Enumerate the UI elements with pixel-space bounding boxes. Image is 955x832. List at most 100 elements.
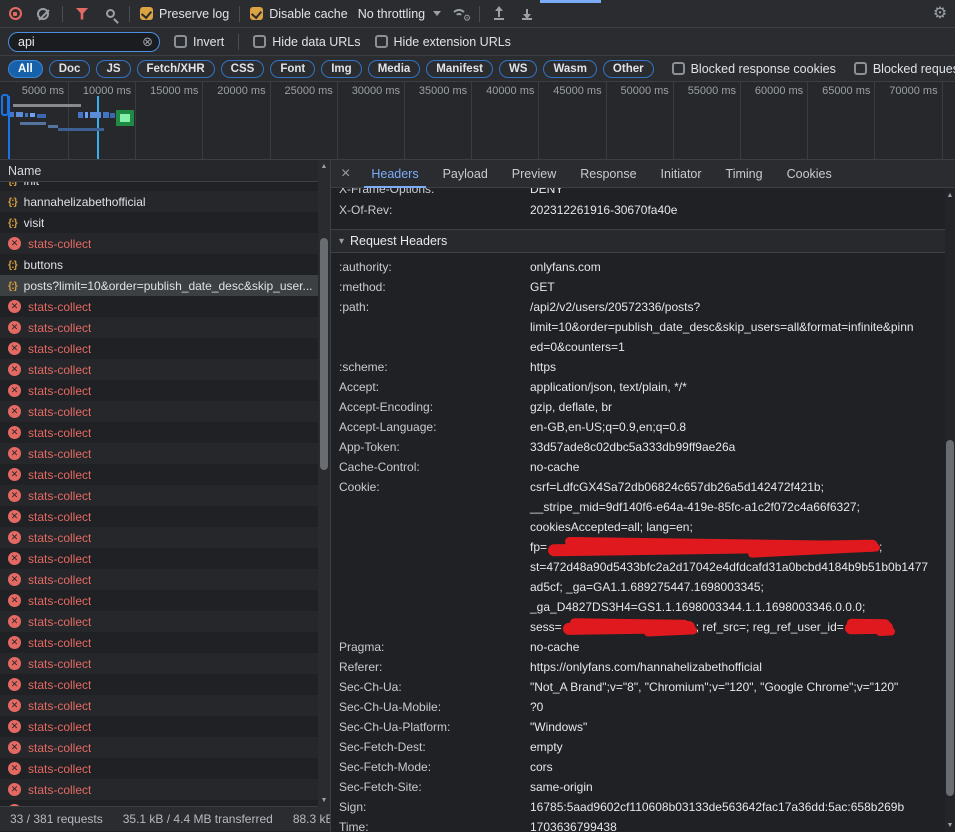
request-row[interactable]: ✕stats-collect (0, 317, 330, 338)
request-name: stats-collect (28, 678, 91, 692)
filter-pill-doc[interactable]: Doc (49, 60, 91, 78)
clear-log-button[interactable] (34, 5, 52, 23)
request-row[interactable]: ✕stats-collect (0, 632, 330, 653)
request-row[interactable]: ✕stats-collect (0, 380, 330, 401)
request-row[interactable]: ✕stats-collect (0, 464, 330, 485)
detail-scrollbar[interactable]: ▲ ▼ (945, 188, 955, 832)
request-row[interactable]: ✕stats-collect (0, 359, 330, 380)
request-row[interactable]: {:}init (0, 182, 330, 191)
request-row[interactable]: ✕stats-collect (0, 233, 330, 254)
waterfall-bar (48, 125, 58, 128)
import-har-button[interactable] (490, 5, 508, 23)
header-value: ?0 (530, 697, 934, 717)
tab-headers[interactable]: Headers (360, 160, 429, 188)
tab-preview[interactable]: Preview (501, 160, 567, 188)
request-row[interactable]: ✕stats-collect (0, 779, 330, 800)
filter-pill-manifest[interactable]: Manifest (426, 60, 493, 78)
request-name: stats-collect (28, 552, 91, 566)
request-row[interactable]: {:}visit (0, 212, 330, 233)
scroll-down-icon[interactable]: ▼ (318, 797, 330, 804)
throttling-dropdown[interactable]: No throttling (358, 7, 441, 21)
request-row[interactable]: ✕stats-collect (0, 653, 330, 674)
disable-cache-checkbox[interactable] (250, 7, 263, 20)
tab-timing[interactable]: Timing (715, 160, 774, 188)
request-row[interactable]: ✕stats-collect (0, 422, 330, 443)
network-overview[interactable]: 5000 ms10000 ms15000 ms20000 ms25000 ms3… (0, 82, 955, 160)
request-row[interactable]: ✕stats-collect (0, 758, 330, 779)
filter-pill-media[interactable]: Media (368, 60, 421, 78)
request-name: buttons (24, 258, 63, 272)
request-headers-section-header[interactable]: ▾ Request Headers (331, 229, 955, 253)
request-row[interactable]: ✕stats-collect (0, 401, 330, 422)
filter-pill-ws[interactable]: WS (499, 60, 538, 78)
request-row[interactable]: ✕stats-collect (0, 716, 330, 737)
request-row[interactable]: ✕stats-collect (0, 674, 330, 695)
tab-cookies[interactable]: Cookies (776, 160, 843, 188)
waterfall-bar (103, 112, 109, 118)
filter-pill-wasm[interactable]: Wasm (543, 60, 596, 78)
request-row[interactable]: ✕stats-collect (0, 443, 330, 464)
request-row[interactable]: ✕stats-collect (0, 611, 330, 632)
tab-response[interactable]: Response (569, 160, 647, 188)
invert-checkbox[interactable] (174, 35, 187, 48)
request-row[interactable]: {:}hannahelizabethofficial (0, 191, 330, 212)
search-icon (106, 9, 115, 18)
request-row[interactable]: ✕stats-collect (0, 527, 330, 548)
request-name: stats-collect (28, 615, 91, 629)
header-value: 16785:5aad9602cf110608b03133de563642fac1… (530, 797, 934, 817)
json-icon: {:} (8, 259, 17, 271)
timeline-tick-label: 60000 ms (739, 85, 803, 97)
filter-pill-other[interactable]: Other (603, 60, 654, 78)
scrollbar-thumb[interactable] (946, 440, 954, 796)
request-row[interactable]: ✕stats-collect (0, 569, 330, 590)
tab-payload[interactable]: Payload (432, 160, 499, 188)
scroll-up-icon[interactable]: ▲ (318, 163, 330, 170)
preserve-log-checkbox[interactable] (140, 7, 153, 20)
timeline-tick-label: 15000 ms (134, 85, 198, 97)
blocked-requests-checkbox[interactable] (854, 62, 867, 75)
preserve-log-checkbox-row: Preserve log (140, 7, 229, 21)
filter-pill-all[interactable]: All (8, 60, 43, 78)
request-row[interactable]: ✕stats-collect (0, 485, 330, 506)
error-icon: ✕ (8, 699, 21, 712)
record-button[interactable] (6, 5, 24, 23)
export-har-button[interactable] (518, 5, 536, 23)
scroll-down-icon[interactable]: ▼ (945, 822, 955, 829)
filter-pill-css[interactable]: CSS (221, 60, 265, 78)
filter-pill-font[interactable]: Font (270, 60, 315, 78)
scroll-up-icon[interactable]: ▲ (945, 192, 955, 199)
filter-pill-fetch-xhr[interactable]: Fetch/XHR (137, 60, 215, 78)
request-row[interactable]: ✕stats-collect (0, 800, 330, 806)
error-icon: ✕ (8, 342, 21, 355)
request-row[interactable]: ✕stats-collect (0, 695, 330, 716)
waterfall-bar (13, 104, 81, 107)
tab-initiator[interactable]: Initiator (650, 160, 713, 188)
request-row[interactable]: ✕stats-collect (0, 506, 330, 527)
request-row[interactable]: {:} buttons (0, 254, 330, 275)
request-header-row: Cookie:csrf=LdfcGX4Sa72db06824c657db26a5… (331, 477, 955, 637)
hide-data-urls-checkbox[interactable] (253, 35, 266, 48)
request-row[interactable]: ✕stats-collect (0, 590, 330, 611)
filter-input[interactable] (18, 35, 138, 49)
request-row[interactable]: ✕stats-collect (0, 548, 330, 569)
settings-button[interactable]: ⚙ (931, 5, 949, 23)
request-row[interactable]: ✕stats-collect (0, 296, 330, 317)
filter-pill-js[interactable]: JS (96, 60, 130, 78)
search-button[interactable] (101, 5, 119, 23)
request-row[interactable]: ✕stats-collect (0, 737, 330, 758)
close-icon[interactable]: × (341, 166, 350, 182)
request-header-row: Sec-Ch-Ua-Mobile:?0 (331, 697, 955, 717)
name-column-header[interactable]: Name (0, 160, 330, 182)
scrollbar-thumb[interactable] (320, 238, 328, 470)
filter-pill-img[interactable]: Img (321, 60, 361, 78)
hide-extension-urls-checkbox[interactable] (375, 35, 388, 48)
filter-toggle-button[interactable] (73, 5, 91, 23)
devtools-tab-indicator (540, 0, 601, 3)
request-row[interactable]: ✕stats-collect (0, 338, 330, 359)
clear-filter-icon[interactable]: ⊗ (142, 35, 153, 48)
request-list-scrollbar[interactable]: ▲ ▼ (318, 160, 330, 807)
blocked-response-cookies-checkbox[interactable] (672, 62, 685, 75)
request-row[interactable]: {:}posts?limit=10&order=publish_date_des… (0, 275, 330, 296)
network-conditions-button[interactable]: ⚙ (451, 5, 469, 23)
header-key: Pragma: (331, 637, 530, 657)
